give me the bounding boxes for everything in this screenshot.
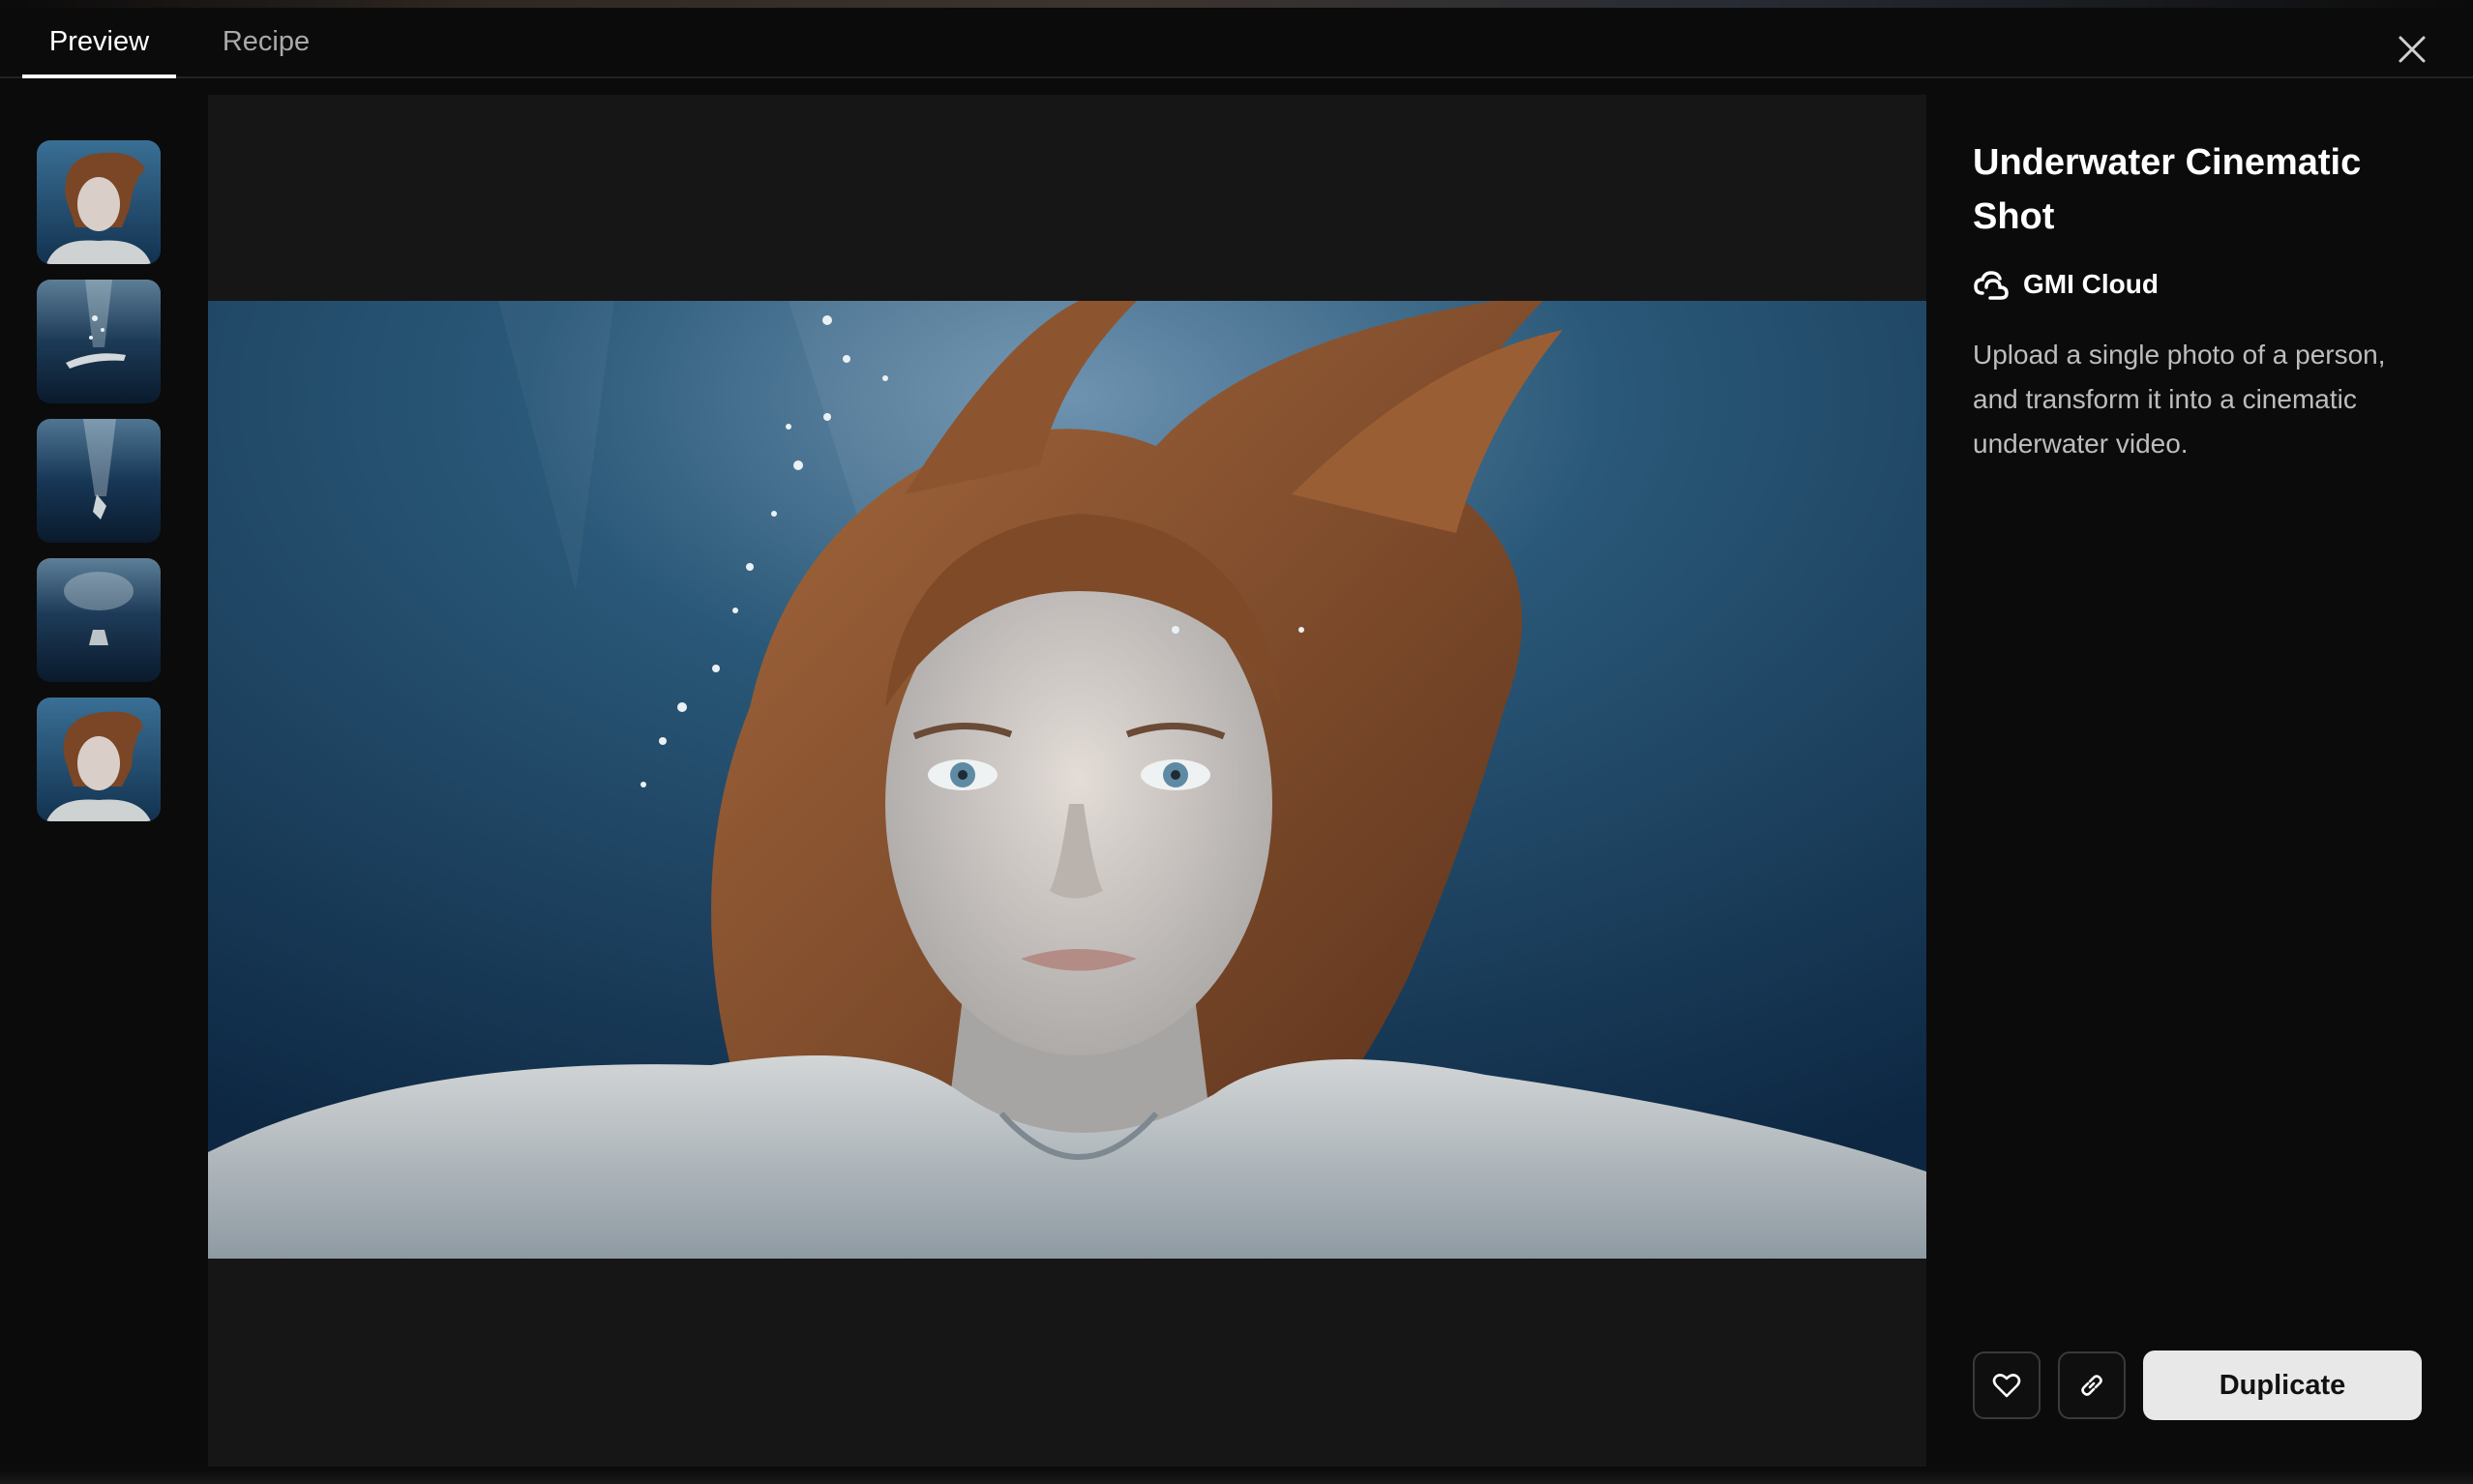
thumbnail-diver-deep[interactable]: [37, 558, 161, 682]
page-title: Underwater Cinematic Shot: [1973, 142, 2362, 237]
like-button[interactable]: [1973, 1351, 2041, 1419]
link-icon: [2081, 1375, 2102, 1396]
thumbnail-diver-descending[interactable]: [37, 419, 161, 543]
thumbnail-portrait-closeup[interactable]: [37, 140, 161, 264]
tab-recipe[interactable]: Recipe: [203, 8, 329, 76]
close-icon: [2399, 36, 2426, 63]
preview-area: [208, 95, 1926, 1467]
author-name: GMI Cloud: [2023, 269, 2159, 299]
copy-link-button[interactable]: [2058, 1351, 2126, 1419]
thumbnail-list: [37, 140, 163, 837]
duplicate-button[interactable]: Duplicate: [2143, 1350, 2422, 1420]
cloud-logo-icon: [1974, 271, 2009, 300]
thumbnail-portrait-closeup-2[interactable]: [37, 697, 161, 821]
tab-bar: Preview Recipe: [0, 8, 2473, 78]
thumbnail-diver-bubbles[interactable]: [37, 280, 161, 403]
preview-image[interactable]: [208, 301, 1926, 1259]
details-panel: Underwater Cinematic Shot GMI Cloud Uplo…: [1973, 135, 2428, 466]
top-edge-decoration: [0, 0, 2473, 8]
underwater-portrait-illustration: [208, 301, 1926, 1259]
description: Upload a single photo of a person, and t…: [1973, 340, 2386, 459]
bottom-edge-decoration: [0, 1470, 2473, 1484]
author-row[interactable]: GMI Cloud: [1973, 265, 2428, 304]
action-bar: Duplicate: [1973, 1350, 2422, 1420]
modal-dialog: Preview Recipe Underwater Cinematic Shot…: [0, 0, 2473, 1484]
tab-preview[interactable]: Preview: [22, 8, 176, 78]
heart-icon: [1992, 1374, 2021, 1398]
close-button[interactable]: [2390, 27, 2434, 72]
